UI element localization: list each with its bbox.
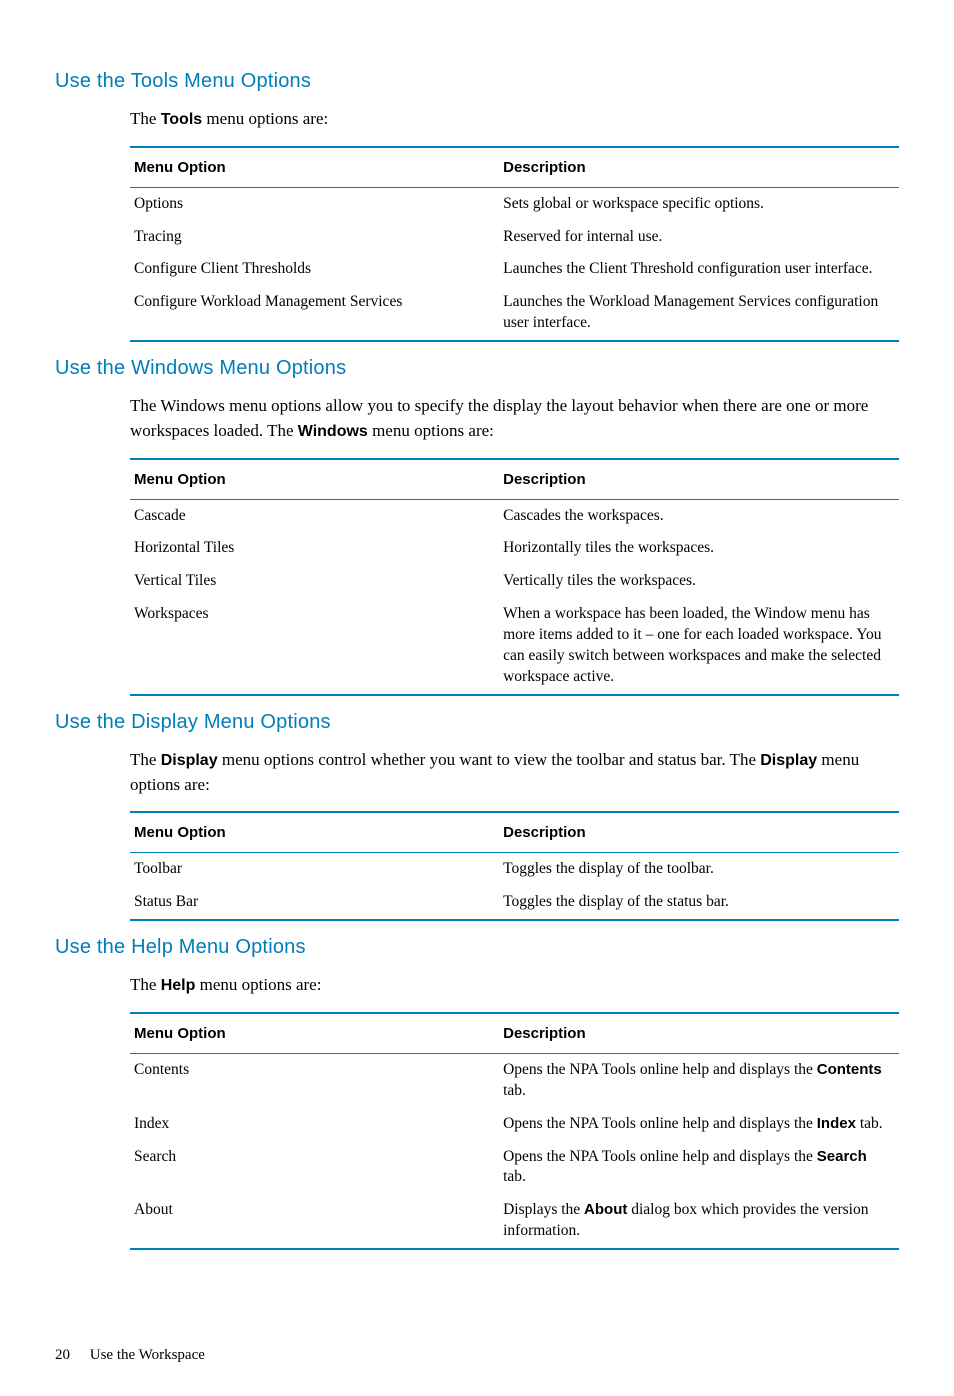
table-header: Menu Option [130, 147, 499, 188]
page-number: 20 [55, 1347, 70, 1363]
table-row: Configure Workload Management ServicesLa… [130, 286, 899, 341]
description-cell: Horizontally tiles the workspaces. [499, 532, 899, 565]
menu-option-cell: Workspaces [130, 598, 499, 695]
description-cell: When a workspace has been loaded, the Wi… [499, 598, 899, 695]
menu-option-cell: About [130, 1194, 499, 1249]
description-cell: Toggles the display of the status bar. [499, 886, 899, 920]
table-row: Vertical TilesVertically tiles the works… [130, 565, 899, 598]
table-header: Menu Option [130, 459, 499, 500]
table-row: CascadeCascades the workspaces. [130, 499, 899, 532]
section-heading: Use the Display Menu Options [55, 708, 899, 736]
table-header: Description [499, 147, 899, 188]
table-row: ContentsOpens the NPA Tools online help … [130, 1053, 899, 1107]
description-cell: Displays the About dialog box which prov… [499, 1194, 899, 1249]
table-row: ToolbarToggles the display of the toolba… [130, 853, 899, 886]
table-header: Description [499, 459, 899, 500]
section-heading: Use the Help Menu Options [55, 933, 899, 961]
table-header: Description [499, 1013, 899, 1054]
description-cell: Opens the NPA Tools online help and disp… [499, 1053, 899, 1107]
section-intro: The Windows menu options allow you to sp… [130, 394, 899, 443]
table-row: TracingReserved for internal use. [130, 221, 899, 254]
page-footer: 20 Use the Workspace [55, 1345, 899, 1366]
table-header: Menu Option [130, 812, 499, 853]
table-row: AboutDisplays the About dialog box which… [130, 1194, 899, 1249]
menu-options-table: Menu OptionDescriptionCascadeCascades th… [130, 458, 899, 696]
menu-option-cell: Cascade [130, 499, 499, 532]
table-row: Horizontal TilesHorizontally tiles the w… [130, 532, 899, 565]
menu-options-table: Menu OptionDescriptionOptionsSets global… [130, 146, 899, 343]
description-cell: Launches the Client Threshold configurat… [499, 253, 899, 286]
table-row: Configure Client ThresholdsLaunches the … [130, 253, 899, 286]
menu-option-cell: Status Bar [130, 886, 499, 920]
menu-option-cell: Search [130, 1141, 499, 1195]
description-cell: Reserved for internal use. [499, 221, 899, 254]
table-header: Description [499, 812, 899, 853]
description-cell: Opens the NPA Tools online help and disp… [499, 1141, 899, 1195]
section-intro: The Tools menu options are: [130, 107, 899, 132]
description-cell: Toggles the display of the toolbar. [499, 853, 899, 886]
table-row: SearchOpens the NPA Tools online help an… [130, 1141, 899, 1195]
table-row: IndexOpens the NPA Tools online help and… [130, 1108, 899, 1141]
description-cell: Sets global or workspace specific option… [499, 187, 899, 220]
menu-option-cell: Configure Client Thresholds [130, 253, 499, 286]
menu-option-cell: Vertical Tiles [130, 565, 499, 598]
menu-option-cell: Options [130, 187, 499, 220]
menu-options-table: Menu OptionDescriptionContentsOpens the … [130, 1012, 899, 1250]
section-heading: Use the Tools Menu Options [55, 67, 899, 95]
menu-option-cell: Toolbar [130, 853, 499, 886]
section-intro: The Help menu options are: [130, 973, 899, 998]
table-header: Menu Option [130, 1013, 499, 1054]
table-row: WorkspacesWhen a workspace has been load… [130, 598, 899, 695]
section-intro: The Display menu options control whether… [130, 748, 899, 797]
description-cell: Opens the NPA Tools online help and disp… [499, 1108, 899, 1141]
description-cell: Launches the Workload Management Service… [499, 286, 899, 341]
menu-options-table: Menu OptionDescriptionToolbarToggles the… [130, 811, 899, 921]
description-cell: Cascades the workspaces. [499, 499, 899, 532]
menu-option-cell: Index [130, 1108, 499, 1141]
menu-option-cell: Tracing [130, 221, 499, 254]
chapter-title: Use the Workspace [90, 1347, 205, 1363]
menu-option-cell: Configure Workload Management Services [130, 286, 499, 341]
description-cell: Vertically tiles the workspaces. [499, 565, 899, 598]
menu-option-cell: Contents [130, 1053, 499, 1107]
table-row: Status BarToggles the display of the sta… [130, 886, 899, 920]
table-row: OptionsSets global or workspace specific… [130, 187, 899, 220]
menu-option-cell: Horizontal Tiles [130, 532, 499, 565]
section-heading: Use the Windows Menu Options [55, 354, 899, 382]
